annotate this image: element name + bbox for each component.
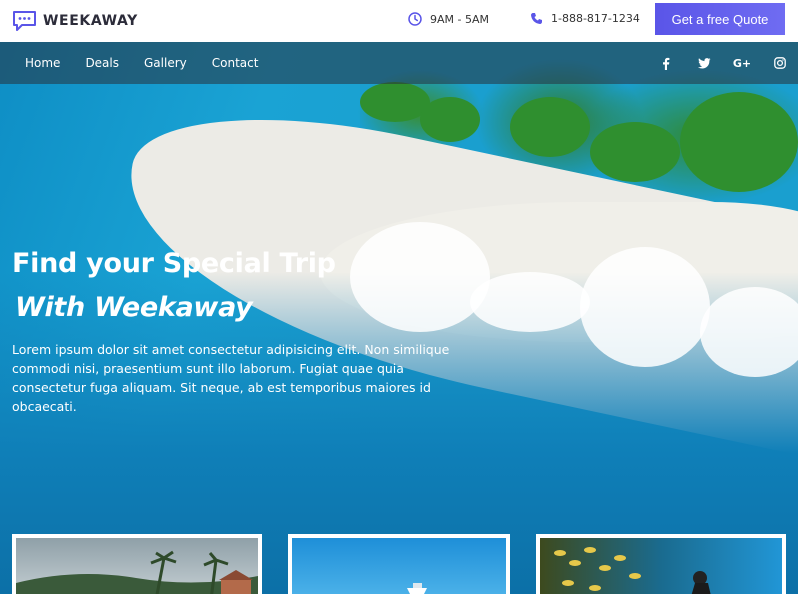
social-links: G+ [636, 55, 788, 71]
brand-name: WEEKAWAY [43, 13, 138, 29]
instagram-icon[interactable] [772, 55, 788, 71]
destination-card-diving[interactable] [536, 534, 786, 594]
brand-logo[interactable]: WEEKAWAY [12, 10, 138, 32]
chat-bubble-icon [13, 11, 36, 31]
hero-palm-trees [420, 97, 480, 142]
phone-icon [531, 13, 542, 24]
tropical-island-image [16, 538, 258, 594]
main-nav: Home Deals Gallery Contact G+ [0, 42, 798, 84]
hero-palm-trees [510, 97, 590, 157]
hours-text: 9AM - 5AM [430, 12, 489, 26]
hero-wave-foam [470, 272, 590, 332]
hero-title: Find your Special Trip [12, 248, 336, 279]
phone-contact[interactable]: 1-888-817-1234 [530, 12, 640, 25]
opening-hours: 9AM - 5AM [408, 12, 489, 26]
boat-sea-image [292, 538, 506, 594]
hero-description: Lorem ipsum dolor sit amet consectetur a… [12, 342, 450, 414]
hero-palm-trees [590, 122, 680, 182]
clock-icon [408, 12, 422, 26]
destination-card-boat[interactable] [288, 534, 510, 594]
get-quote-button[interactable]: Get a free Quote [655, 3, 785, 35]
phone-text: 1-888-817-1234 [551, 12, 640, 25]
nav-item-gallery[interactable]: Gallery [144, 56, 187, 70]
top-header: WEEKAWAY 9AM - 5AM 1-888-817-1234 Get a … [0, 0, 798, 42]
hero-palm-trees [680, 92, 798, 192]
google-plus-icon[interactable]: G+ [733, 55, 751, 71]
facebook-icon[interactable] [658, 55, 674, 71]
hero-subtitle: With Weekaway [15, 292, 253, 323]
underwater-diving-image [540, 538, 782, 594]
nav-item-deals[interactable]: Deals [85, 56, 119, 70]
hero-section: Home Deals Gallery Contact G+ Find your … [0, 42, 798, 594]
hero-wave-foam [580, 247, 710, 367]
hero-wave-foam [350, 222, 490, 332]
nav-item-home[interactable]: Home [25, 56, 60, 70]
twitter-icon[interactable] [696, 55, 712, 71]
destination-card-beach[interactable] [12, 534, 262, 594]
nav-item-contact[interactable]: Contact [212, 56, 259, 70]
